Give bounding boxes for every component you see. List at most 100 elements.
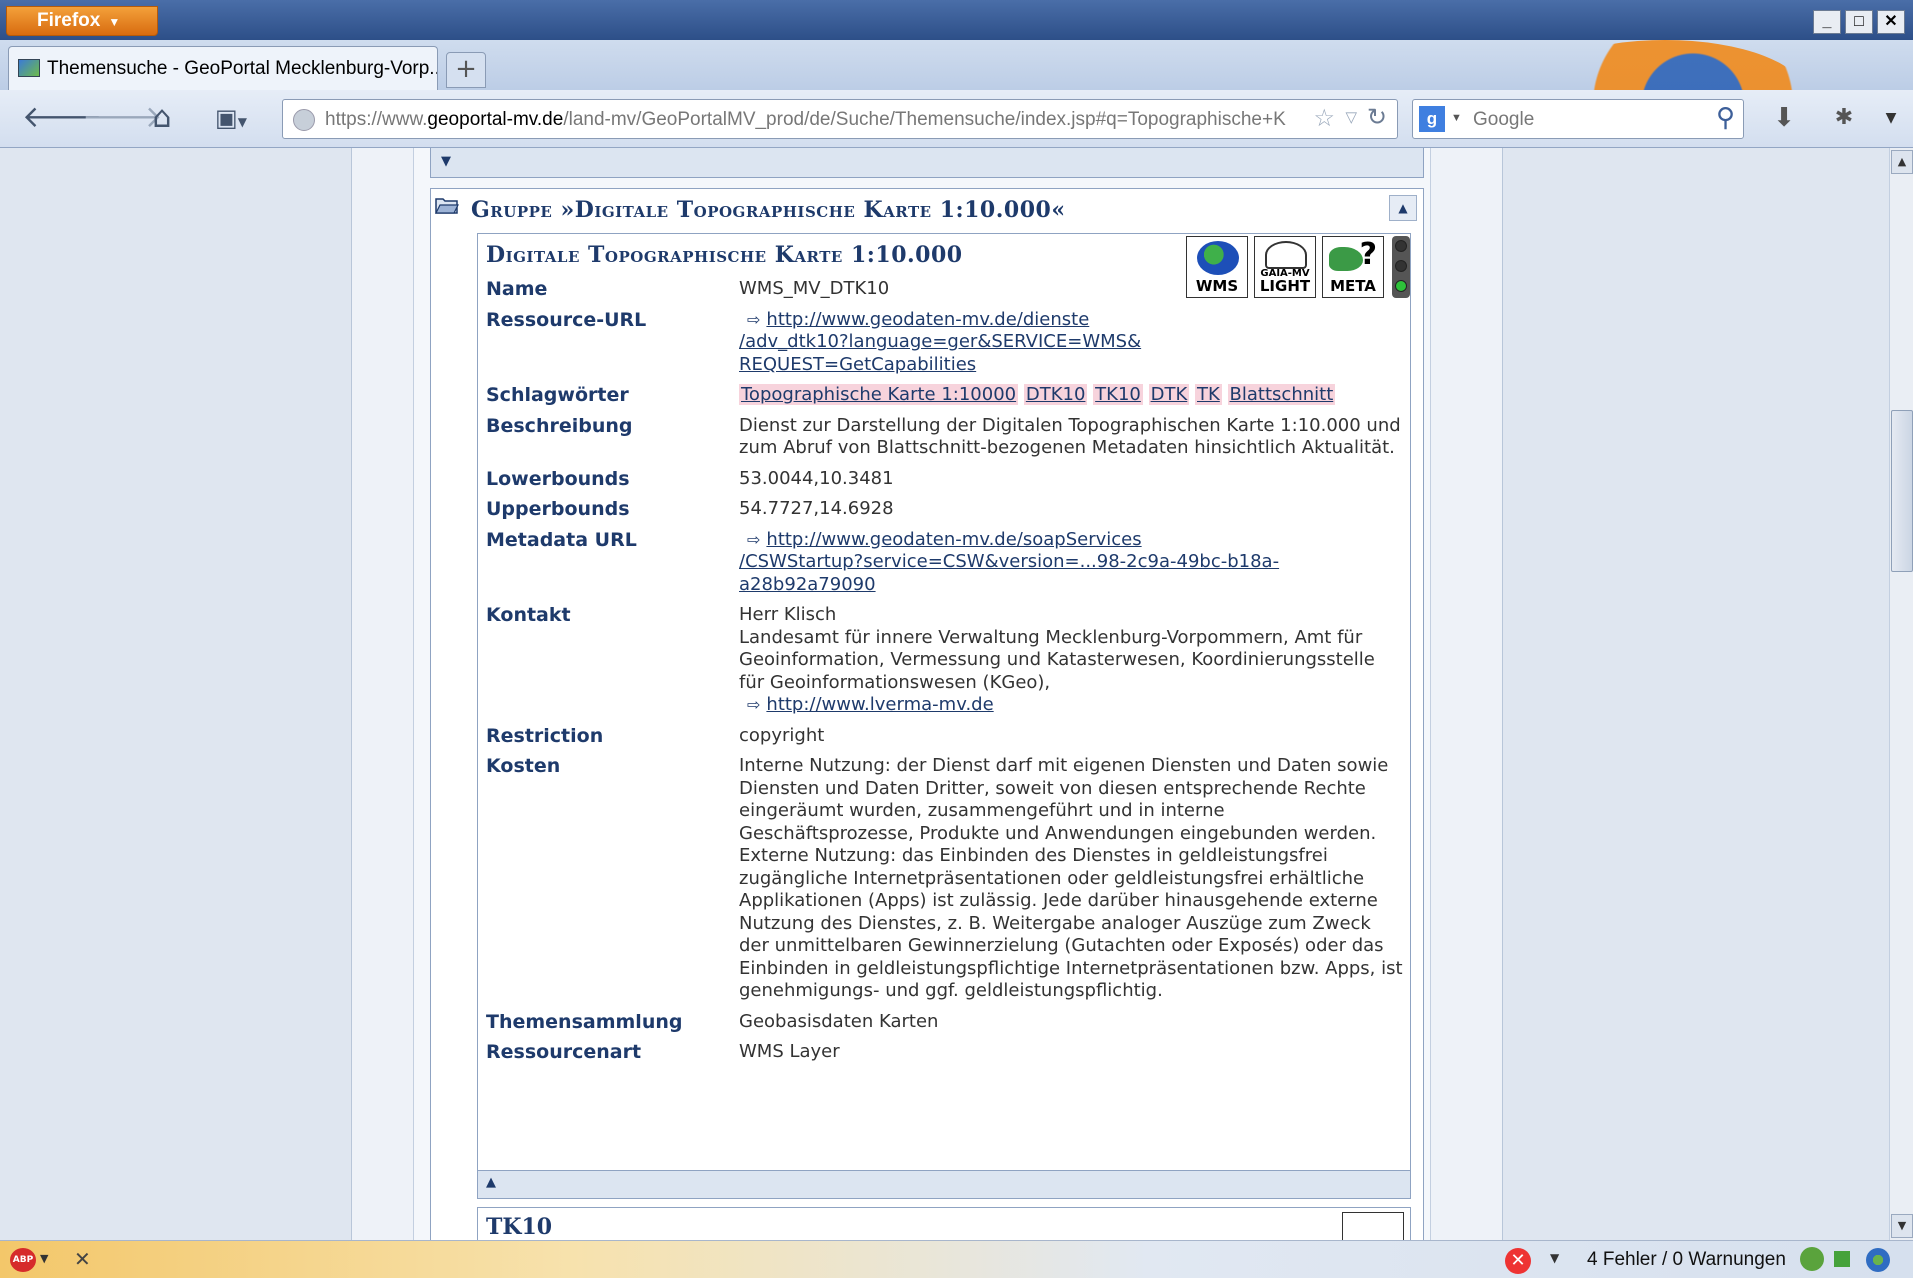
question-icon: ? (1359, 237, 1377, 272)
group-panel: Gruppe »Digitale Topographische Karte 1:… (430, 188, 1424, 1240)
collapse-arrow-icon[interactable]: ▲ (486, 1175, 496, 1190)
minimize-button[interactable]: _ (1813, 10, 1841, 34)
search-icon[interactable]: ⚲ (1716, 102, 1735, 133)
table-row: Lowerbounds 53.0044,10.3481 (486, 464, 1404, 495)
external-link-icon: ⇨ (747, 695, 761, 714)
keyword-tag[interactable]: Topographische Karte 1:10000 (739, 384, 1019, 405)
firebug-icon[interactable] (1800, 1247, 1824, 1271)
chevron-down-icon[interactable]: ▼ (40, 1252, 48, 1265)
forward-arrow-icon[interactable]: 🡒 (82, 100, 162, 136)
maximize-button[interactable]: □ (1845, 10, 1873, 34)
name-value: WMS_MV_DTK10 (739, 278, 890, 299)
bookmarks-icon[interactable]: ▣▼ (206, 100, 256, 136)
name-key: Name (486, 278, 548, 300)
network-globe-icon[interactable] (1866, 1248, 1890, 1272)
url-domain: geoportal-mv.de (427, 109, 564, 130)
table-row: Themensammlung Geobasisdaten Karten (486, 1007, 1404, 1038)
map-icon (1329, 247, 1363, 271)
new-tab-button[interactable]: + (446, 52, 486, 88)
bookmark-star-icon[interactable]: ☆ (1313, 104, 1335, 133)
table-row: Name WMS_MV_DTK10 (486, 274, 1404, 305)
chevron-down-icon: ▼ (1451, 112, 1462, 124)
external-link-icon: ⇨ (747, 529, 761, 549)
resource-url-link-line3[interactable]: REQUEST=GetCapabilities (739, 354, 976, 375)
navigation-toolbar: 🡐 🡒 ⌂ ▣▼ https://www.geoportal-mv.de/lan… (0, 90, 1913, 148)
reload-icon[interactable]: ↻ (1367, 103, 1387, 132)
scrollbar-thumb[interactable] (1891, 410, 1913, 572)
firefox-menu-button[interactable]: Firefox ▼ (6, 6, 158, 36)
contact-value: Herr Klisch Landesamt für innere Verwalt… (739, 600, 1404, 721)
gaia-light-badge[interactable] (1342, 1212, 1404, 1240)
window-titlebar: Firefox ▼ _ □ ✕ (0, 0, 1913, 40)
home-icon[interactable]: ⌂ (142, 100, 182, 136)
status-square-icon[interactable] (1834, 1251, 1850, 1267)
vertical-scrollbar[interactable]: ▲ ▼ (1889, 148, 1913, 1240)
download-icon[interactable]: ⬇ (1766, 100, 1802, 136)
status-bar: ABP ▼ ✕ ✕ ▼ 4 Fehler / 0 Warnungen (0, 1240, 1913, 1278)
firefox-menu-label: Firefox (37, 10, 101, 31)
back-arrow-icon[interactable]: 🡐 (22, 100, 102, 136)
window-controls: _ □ ✕ (1813, 10, 1905, 34)
table-row: Ressourcenart WMS Layer (486, 1037, 1404, 1068)
tab-title: Themensuche - GeoPortal Mecklenburg-Vorp… (47, 58, 438, 79)
record-title: Digitale Topographische Karte 1:10.000 (486, 242, 963, 268)
scroll-down-icon[interactable]: ▼ (1891, 1214, 1913, 1238)
keyword-tag[interactable]: DTK10 (1023, 384, 1088, 405)
site-identity-icon[interactable] (293, 109, 315, 131)
error-icon[interactable]: ✕ (1505, 1248, 1531, 1274)
search-bar[interactable]: g ▼ Google ⚲ (1412, 99, 1744, 139)
resource-url-value: ⇨ http://www.geodaten-mv.de/dienste /adv_… (739, 305, 1404, 381)
metadata-url-link-line3[interactable]: a28b92a79090 (739, 574, 876, 595)
folder-open-icon (435, 198, 459, 214)
overflow-menu-icon[interactable]: ▼ (1876, 100, 1906, 136)
keyword-tag[interactable]: Blattschnitt (1227, 384, 1336, 405)
keywords-key: Schlagwörter (486, 384, 629, 406)
right-sidebar (1502, 148, 1889, 1240)
contact-key: Kontakt (486, 604, 571, 626)
keyword-tag[interactable]: TK10 (1093, 384, 1143, 405)
keyword-tag[interactable]: TK (1195, 384, 1222, 405)
expand-arrow-icon[interactable]: ▼ (441, 154, 451, 169)
description-value: Dienst zur Darstellung der Digitalen Top… (739, 414, 1401, 459)
next-record-title: TK10 (486, 1214, 553, 1240)
search-engine-icon[interactable]: g (1419, 106, 1445, 132)
resource-url-link-line1[interactable]: http://www.geodaten-mv.de/dienste (766, 309, 1089, 330)
metadata-url-link-line2[interactable]: /CSWStartup?service=CSW&version=...98-2c… (739, 551, 1279, 572)
collection-key: Themensammlung (486, 1010, 683, 1033)
error-count[interactable]: 4 Fehler / 0 Warnungen (1587, 1249, 1786, 1271)
costs-key: Kosten (486, 755, 561, 777)
page-viewport: ▼ Gruppe »Digitale Topographische Karte … (0, 148, 1889, 1240)
metadata-url-link-line1[interactable]: http://www.geodaten-mv.de/soapServices (766, 529, 1141, 550)
restriction-value: copyright (739, 724, 825, 746)
close-window-button[interactable]: ✕ (1877, 10, 1905, 34)
table-row: Metadata URL ⇨ http://www.geodaten-mv.de/… (486, 525, 1404, 601)
record-footer: ▲ (478, 1170, 1410, 1198)
lowerbounds-key: Lowerbounds (486, 467, 630, 490)
adblock-icon[interactable]: ABP (10, 1248, 36, 1272)
resource-url-key: Ressource-URL (486, 308, 647, 331)
left-margin (352, 148, 414, 1240)
upperbounds-value: 54.7727,14.6928 (739, 498, 894, 519)
tab-themensuche[interactable]: Themensuche - GeoPortal Mecklenburg-Vorp… (8, 46, 438, 90)
addon-icon[interactable]: ✱ (1826, 100, 1862, 136)
close-icon[interactable]: ✕ (74, 1247, 91, 1271)
collection-value: Geobasisdaten Karten (739, 1010, 939, 1032)
resource-url-link-line2[interactable]: /adv_dtk10?language=ger&SERVICE=WMS& (739, 331, 1141, 352)
collapse-group-button[interactable]: ▲ (1389, 195, 1417, 221)
resource-type-key: Ressourcenart (486, 1041, 642, 1063)
property-table: Name WMS_MV_DTK10 Ressource-URL ⇨ http://… (486, 274, 1404, 1068)
url-bar[interactable]: https://www.geoportal-mv.de/land-mv/GeoP… (282, 99, 1398, 139)
resource-type-value: WMS Layer (739, 1041, 840, 1062)
previous-section-footer: ▼ (430, 148, 1424, 178)
keyword-tag[interactable]: DTK (1148, 384, 1190, 405)
contact-link[interactable]: http://www.lverma-mv.de (766, 694, 993, 715)
history-dropdown-icon[interactable]: ▽ (1345, 108, 1357, 126)
scroll-up-icon[interactable]: ▲ (1891, 150, 1913, 174)
table-row: Beschreibung Dienst zur Darstellung der … (486, 411, 1404, 464)
table-row: Restriction copyright (486, 721, 1404, 752)
right-margin (1430, 148, 1502, 1240)
description-key: Beschreibung (486, 414, 633, 437)
chevron-down-icon[interactable]: ▼ (1550, 1251, 1559, 1265)
external-link-icon: ⇨ (747, 309, 761, 329)
globe-icon (1197, 241, 1239, 275)
